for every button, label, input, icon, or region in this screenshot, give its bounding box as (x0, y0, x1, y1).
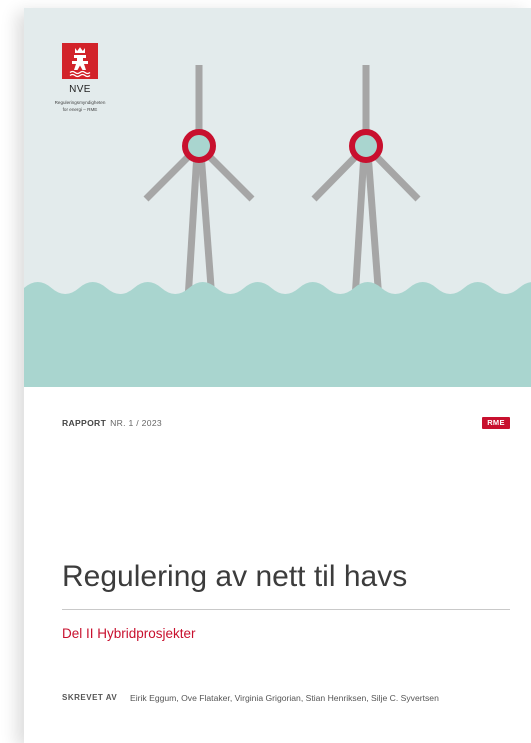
nve-crest-icon (62, 43, 98, 79)
report-label: RAPPORT (62, 418, 107, 428)
authors-names: Eirik Eggum, Ove Flataker, Virginia Grig… (130, 693, 439, 703)
title-divider (62, 609, 510, 610)
sea-waves (24, 282, 531, 387)
report-cover-page: NVE Reguleringsmyndigheten for energi – … (24, 8, 531, 743)
turbine-hub (349, 129, 383, 163)
logo-name: NVE (69, 84, 91, 95)
authors-label: SKREVET AV (62, 693, 118, 702)
report-number: NR. 1 / 2023 (110, 418, 162, 428)
logo-subtitle-line-2: for energi – RME (62, 106, 98, 112)
turbine-hub (182, 129, 216, 163)
nve-logo: NVE Reguleringsmyndigheten for energi – … (50, 43, 110, 113)
logo-subtitle-line-1: Reguleringsmyndigheten (54, 100, 106, 105)
report-title: Regulering av nett til havs (62, 560, 408, 593)
rme-badge: RME (482, 417, 510, 429)
report-subtitle: Del II Hybridprosjekter (62, 626, 196, 641)
report-number-line: RAPPORT NR. 1 / 2023 (62, 417, 162, 429)
